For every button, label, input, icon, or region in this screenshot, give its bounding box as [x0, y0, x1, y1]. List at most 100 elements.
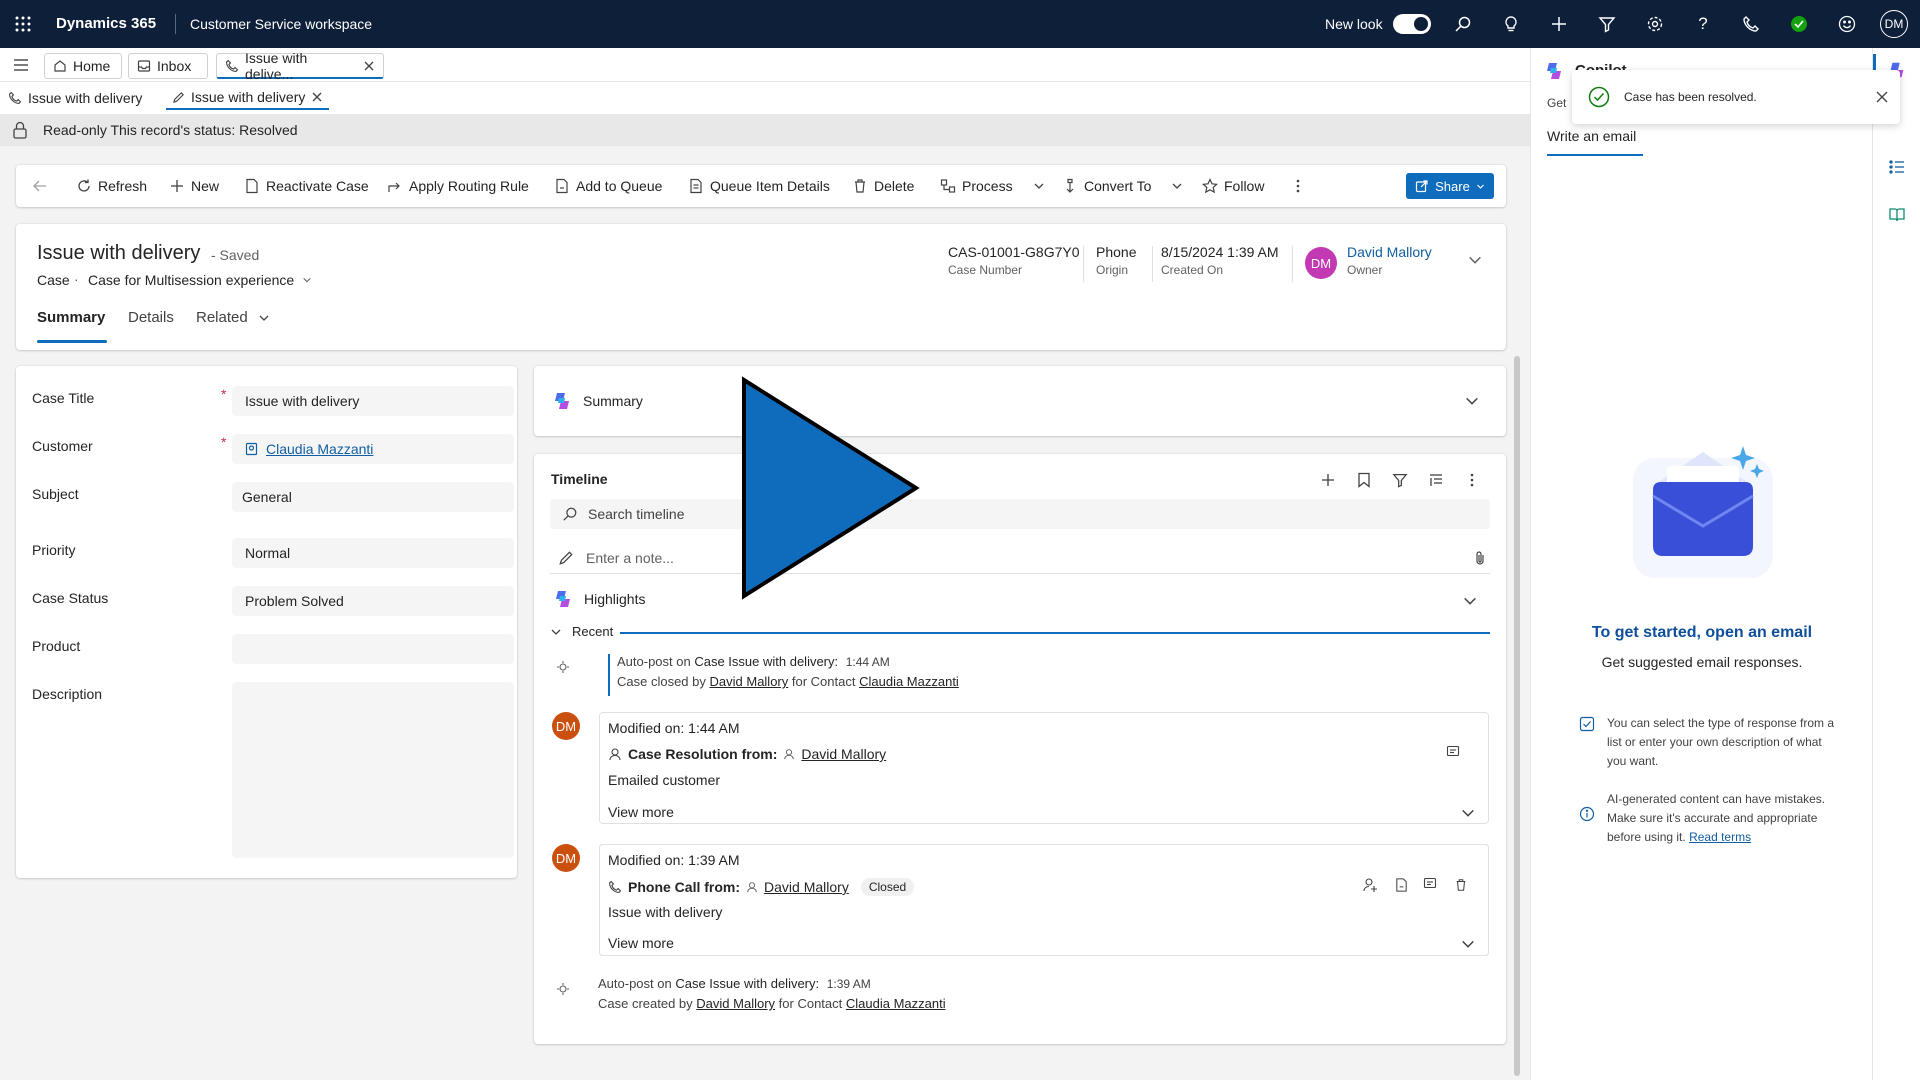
case-title-field[interactable]: Issue with delivery [232, 386, 514, 416]
summary-section-label: Summary [583, 393, 643, 409]
read-terms-link[interactable]: Read terms [1689, 830, 1751, 844]
summary-section[interactable]: Summary [534, 366, 1506, 436]
apply-routing-rule-button[interactable]: Apply Routing Rule [387, 165, 529, 207]
process-button[interactable]: Process [940, 165, 1045, 207]
hamburger-icon[interactable] [12, 57, 30, 73]
subtab-second[interactable]: Issue with delivery [166, 86, 330, 110]
autopost-case: Case Issue with delivery: [694, 654, 839, 669]
more-commands-button[interactable] [1296, 165, 1300, 207]
main-scrollbar[interactable] [1514, 356, 1520, 1076]
filter-icon[interactable] [1388, 468, 1412, 492]
chevron-down-icon [1172, 183, 1182, 189]
entry-user-link[interactable]: David Mallory [801, 746, 886, 762]
plus-icon[interactable] [1547, 12, 1571, 36]
highlights-section[interactable]: Highlights [552, 588, 645, 610]
lightbulb-icon[interactable] [1499, 12, 1523, 36]
new-button[interactable]: New [169, 165, 219, 207]
person-icon [747, 882, 757, 893]
priority-field[interactable]: Normal [232, 538, 514, 568]
plus-icon[interactable] [1316, 468, 1340, 492]
autopost-contact-link[interactable]: Claudia Mazzanti [846, 996, 946, 1011]
reactivate-case-button[interactable]: Reactivate Case [244, 165, 369, 207]
convert-to-button[interactable]: Convert To [1062, 165, 1183, 207]
priority-label: Priority [32, 542, 76, 558]
queue-icon[interactable] [1394, 877, 1409, 893]
help-icon[interactable]: ? [1691, 12, 1715, 36]
recent-group-header[interactable]: Recent [550, 624, 613, 639]
autopost-contact-link[interactable]: Claudia Mazzanti [859, 674, 959, 689]
chevron-down-icon[interactable] [1464, 393, 1480, 409]
comment-icon[interactable] [1423, 877, 1437, 891]
form-selector[interactable]: Case for Multisession experience [88, 272, 312, 288]
chevron-down-icon [259, 315, 269, 321]
view-more-link[interactable]: View more [608, 935, 674, 951]
note-input[interactable]: Enter a note... [550, 542, 1490, 574]
readonly-text: Read-only This record's status: Resolved [43, 122, 298, 138]
knowledge-icon[interactable] [1888, 206, 1906, 224]
tab-write-email[interactable]: Write an email [1547, 128, 1636, 144]
delete-button[interactable]: Delete [852, 165, 914, 207]
user-avatar[interactable]: DM [1880, 10, 1908, 38]
bookmark-icon[interactable] [1352, 468, 1376, 492]
case-status-field[interactable]: Problem Solved [232, 586, 514, 616]
more-icon[interactable] [1460, 468, 1484, 492]
close-icon[interactable] [311, 91, 323, 103]
tab-summary[interactable]: Summary [37, 309, 105, 326]
timeline-entry-phone-call[interactable]: Modified on: 1:39 AM Phone Call from: Da… [599, 844, 1489, 956]
view-more-link[interactable]: View more [608, 804, 674, 820]
search-icon[interactable] [1451, 12, 1475, 36]
entry-avatar: DM [552, 844, 580, 872]
comment-icon[interactable] [1446, 745, 1460, 759]
filter-icon[interactable] [1595, 12, 1619, 36]
tab-case[interactable]: Issue with delive... [216, 50, 384, 82]
waffle-icon[interactable] [11, 12, 35, 36]
tab-related[interactable]: Related [196, 309, 270, 326]
timeline-entry-case-resolution[interactable]: Modified on: 1:44 AM Case Resolution fro… [599, 712, 1489, 824]
delete-icon[interactable] [1454, 877, 1468, 893]
checklist-icon[interactable] [1888, 158, 1906, 176]
subject-field[interactable]: General [232, 482, 514, 512]
entry-kind: Case Resolution from: [628, 746, 778, 762]
timeline-search[interactable]: Search timeline [550, 499, 1490, 529]
phone-icon[interactable] [1739, 12, 1763, 36]
assign-icon[interactable] [1363, 877, 1379, 893]
process-icon [940, 179, 956, 193]
new-look-toggle[interactable] [1393, 14, 1431, 34]
back-button[interactable] [32, 165, 48, 207]
refresh-button[interactable]: Refresh [76, 165, 147, 207]
chevron-down-icon[interactable] [1460, 936, 1476, 952]
queue-item-details-button[interactable]: Queue Item Details [688, 165, 830, 207]
customer-link[interactable]: Claudia Mazzanti [266, 441, 373, 457]
close-icon[interactable] [363, 60, 375, 72]
description-field[interactable] [232, 682, 514, 858]
owner-link[interactable]: David Mallory [1347, 244, 1432, 260]
header-expand-button[interactable] [1467, 252, 1483, 268]
subtab-first[interactable]: Issue with delivery [2, 86, 148, 110]
save-status: - Saved [211, 247, 260, 263]
gear-icon[interactable] [1643, 12, 1667, 36]
tab-home[interactable]: Home [44, 53, 122, 79]
case-number-label: Case Number [948, 263, 1023, 277]
product-field[interactable] [232, 634, 514, 664]
add-to-queue-button[interactable]: Add to Queue [554, 165, 662, 207]
smiley-icon[interactable] [1835, 12, 1859, 36]
autopost-user-link[interactable]: David Mallory [696, 996, 775, 1011]
origin-label: Origin [1096, 263, 1129, 277]
tab-inbox[interactable]: Inbox [128, 53, 208, 79]
follow-button[interactable]: Follow [1202, 165, 1264, 207]
share-button[interactable]: Share [1406, 173, 1494, 199]
chevron-down-icon [303, 277, 311, 283]
presence-icon[interactable] [1787, 12, 1811, 36]
copilot-icon [551, 390, 573, 412]
sort-icon[interactable] [1424, 468, 1448, 492]
autopost-user-link[interactable]: David Mallory [710, 674, 789, 689]
close-icon[interactable] [1876, 91, 1888, 103]
entry-user-link[interactable]: David Mallory [764, 879, 849, 895]
chevron-down-icon[interactable] [1462, 593, 1478, 609]
play-icon[interactable] [740, 376, 920, 600]
app-name[interactable]: Dynamics 365 [56, 15, 156, 32]
chevron-down-icon[interactable] [1460, 805, 1476, 821]
customer-field[interactable]: Claudia Mazzanti [232, 434, 514, 464]
tab-details[interactable]: Details [128, 309, 174, 326]
pencil-icon [559, 550, 573, 565]
